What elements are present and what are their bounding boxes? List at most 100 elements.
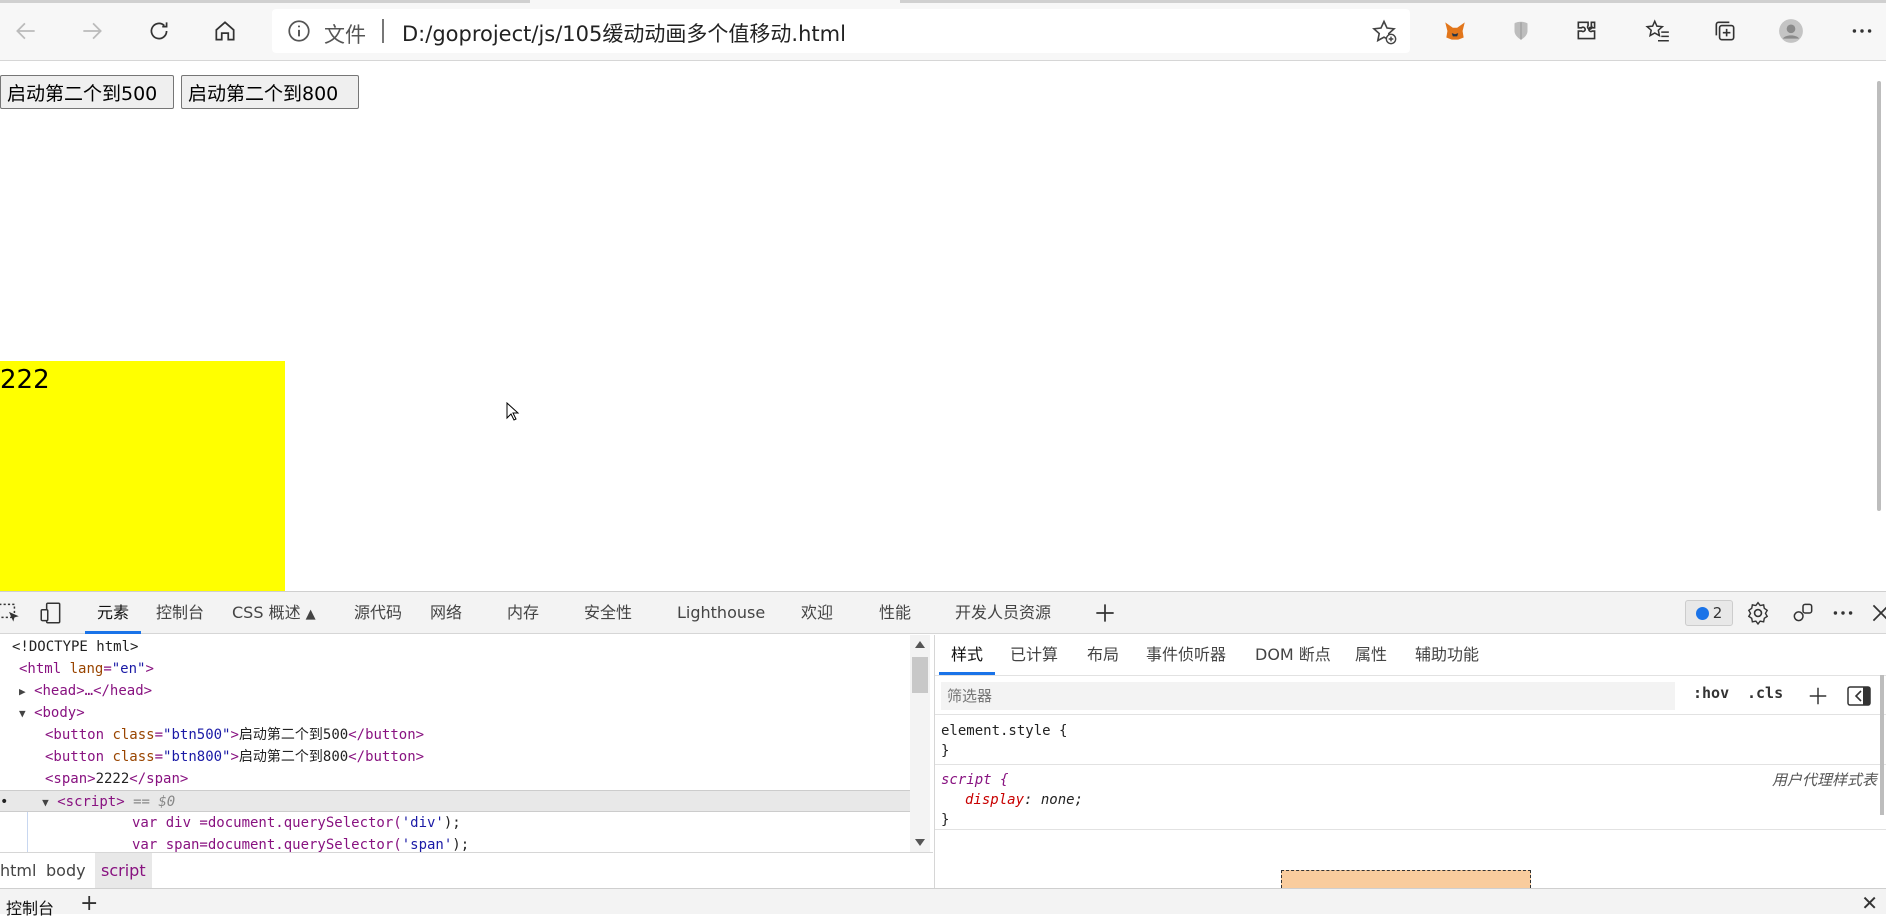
code-line[interactable]: var span=document.querySelector('span'); (132, 834, 1042, 852)
issues-badge[interactable]: 2 (1685, 600, 1733, 626)
style-declaration[interactable]: display: none; (941, 790, 1886, 810)
more-tabs-plus-icon[interactable] (1092, 600, 1118, 626)
tab-layout[interactable]: 布局 (1087, 635, 1119, 675)
tab-welcome[interactable]: 欢迎 (801, 592, 833, 634)
property-name: display (965, 792, 1025, 808)
breadcrumb: html body script (0, 852, 933, 888)
home-button[interactable] (207, 13, 243, 49)
collapse-arrow-icon[interactable]: ▼ (19, 707, 26, 720)
tab-event-listeners[interactable]: 事件侦听器 (1146, 635, 1226, 675)
tree-node-script-selected[interactable]: • ▼ <script> == $0 (0, 790, 910, 812)
styles-scrollbar[interactable] (1878, 675, 1886, 845)
customize-devtools-icon[interactable] (1790, 600, 1816, 626)
collections-button[interactable] (1707, 13, 1743, 49)
scroll-up-icon[interactable] (915, 641, 925, 648)
cls-toggle-button[interactable]: .cls (1747, 684, 1783, 702)
device-toolbar-icon[interactable] (38, 600, 64, 626)
inspect-element-icon[interactable] (0, 600, 22, 626)
box-model-diagram (1281, 870, 1531, 888)
btn500-text: 启动第二个到500 (238, 727, 349, 743)
toggle-sidebar-icon[interactable] (1847, 685, 1871, 707)
tab-network[interactable]: 网络 (430, 592, 462, 634)
profile-button[interactable] (1773, 13, 1809, 49)
drawer-tab-console[interactable]: 控制台 (6, 895, 54, 919)
code-line[interactable]: var div =document.querySelector('div'); (132, 812, 1042, 834)
tree-node-span[interactable]: <span>2222</span> (45, 768, 955, 790)
styles-filter-input[interactable] (941, 682, 1675, 710)
box-text: 222 (0, 365, 50, 395)
head-tag: <head>…</head> (34, 683, 153, 699)
breadcrumb-body[interactable]: body (46, 853, 86, 888)
address-bar[interactable]: 文件 D:/goproject/js/105缓动动画多个值移动.html (272, 9, 1410, 53)
elements-scrollbar[interactable] (910, 635, 930, 852)
url-text[interactable]: D:/goproject/js/105缓动动画多个值移动.html (402, 18, 846, 48)
metamask-extension-button[interactable] (1437, 13, 1473, 49)
page-scrollbar[interactable] (1872, 81, 1886, 511)
console-drawer: 控制台 + ✕ (0, 888, 1886, 918)
scrollbar-thumb[interactable] (1877, 81, 1881, 511)
tab-computed[interactable]: 已计算 (1010, 635, 1058, 675)
rule-close-brace: } (941, 812, 950, 828)
tab-styles[interactable]: 样式 (938, 635, 996, 675)
refresh-icon (150, 22, 168, 40)
settings-menu-button[interactable] (1844, 13, 1880, 49)
refresh-button[interactable] (141, 13, 177, 49)
info-icon[interactable] (286, 18, 312, 44)
close-drawer-icon[interactable]: ✕ (1861, 891, 1878, 915)
tree-node-head[interactable]: ▶ <head>…</head> (19, 680, 929, 702)
scroll-down-icon[interactable] (915, 839, 925, 846)
code-string: 'div' (401, 815, 444, 831)
tree-node-body[interactable]: ▼ <body> (19, 702, 929, 724)
hov-toggle-button[interactable]: :hov (1693, 684, 1729, 702)
more-options-icon[interactable] (1830, 600, 1856, 626)
element-style-rule[interactable]: element.style { } (935, 721, 1886, 765)
browser-toolbar: 文件 D:/goproject/js/105缓动动画多个值移动.html (0, 0, 1886, 61)
expand-arrow-icon[interactable]: ▶ (19, 685, 26, 698)
script-ua-rule[interactable]: script { display: none; } 用户代理样式表 (935, 770, 1886, 830)
code-text: ); (452, 837, 470, 852)
btn500-button[interactable]: 启动第二个到500 (0, 75, 174, 109)
tab-properties[interactable]: 属性 (1355, 635, 1387, 675)
tab-developer-resources[interactable]: 开发人员资源 (955, 592, 1051, 634)
filter-row: :hov .cls (935, 675, 1886, 715)
scrollbar-thumb[interactable] (912, 657, 928, 693)
tab-performance[interactable]: 性能 (879, 592, 911, 634)
collapse-arrow-icon[interactable]: ▼ (42, 796, 49, 809)
fox-icon (1445, 22, 1465, 40)
tab-memory[interactable]: 内存 (507, 592, 539, 634)
new-style-rule-plus-icon[interactable] (1807, 685, 1829, 707)
tab-security[interactable]: 安全性 (584, 592, 632, 634)
btn800-class-value: "btn800" (163, 749, 231, 765)
add-favorite-icon[interactable] (1370, 18, 1398, 46)
extension-button[interactable] (1503, 13, 1539, 49)
breadcrumb-script[interactable]: script (95, 853, 152, 888)
lang-attr: lang (69, 661, 104, 677)
elements-tree: <!DOCTYPE html> <html lang="en"> ▶ <head… (0, 635, 933, 852)
add-drawer-tab-plus-icon[interactable]: + (80, 891, 98, 916)
tab-dom-breakpoints[interactable]: DOM 断点 (1255, 635, 1331, 675)
tree-node-doctype[interactable]: <!DOCTYPE html> (12, 636, 922, 658)
btn800-button[interactable]: 启动第二个到800 (181, 75, 359, 109)
close-icon[interactable] (1868, 600, 1886, 626)
extensions-button[interactable] (1569, 13, 1605, 49)
tab-console[interactable]: 控制台 (156, 592, 204, 634)
tab-accessibility[interactable]: 辅助功能 (1415, 635, 1479, 675)
tree-node-button-800[interactable]: <button class="btn800">启动第二个到800</button… (45, 746, 955, 768)
tab-css-overview[interactable]: CSS 概述 ▲ (232, 592, 316, 634)
tree-node-button-500[interactable]: <button class="btn500">启动第二个到500</button… (45, 724, 955, 746)
tab-lighthouse[interactable]: Lighthouse (677, 592, 765, 634)
tab-sources[interactable]: 源代码 (354, 592, 402, 634)
tab-elements[interactable]: 元素 (84, 592, 142, 634)
back-button[interactable] (8, 13, 44, 49)
arrow-right-icon (83, 22, 102, 40)
selected-marker: == $0 (133, 794, 176, 810)
favorites-button[interactable] (1640, 13, 1676, 49)
tree-node-html[interactable]: <html lang="en"> (19, 658, 929, 680)
breadcrumb-html[interactable]: html (0, 853, 36, 888)
scrollbar-thumb[interactable] (1880, 675, 1884, 815)
styles-tabbar: 样式 已计算 布局 事件侦听器 DOM 断点 属性 辅助功能 (935, 635, 1886, 675)
devtools-tabbar: 元素 控制台 CSS 概述 ▲ 源代码 网络 内存 安全性 Lighthouse… (0, 592, 1886, 634)
html-tag: <html (19, 661, 62, 677)
gear-icon[interactable] (1745, 600, 1771, 626)
forward-button[interactable] (74, 13, 110, 49)
